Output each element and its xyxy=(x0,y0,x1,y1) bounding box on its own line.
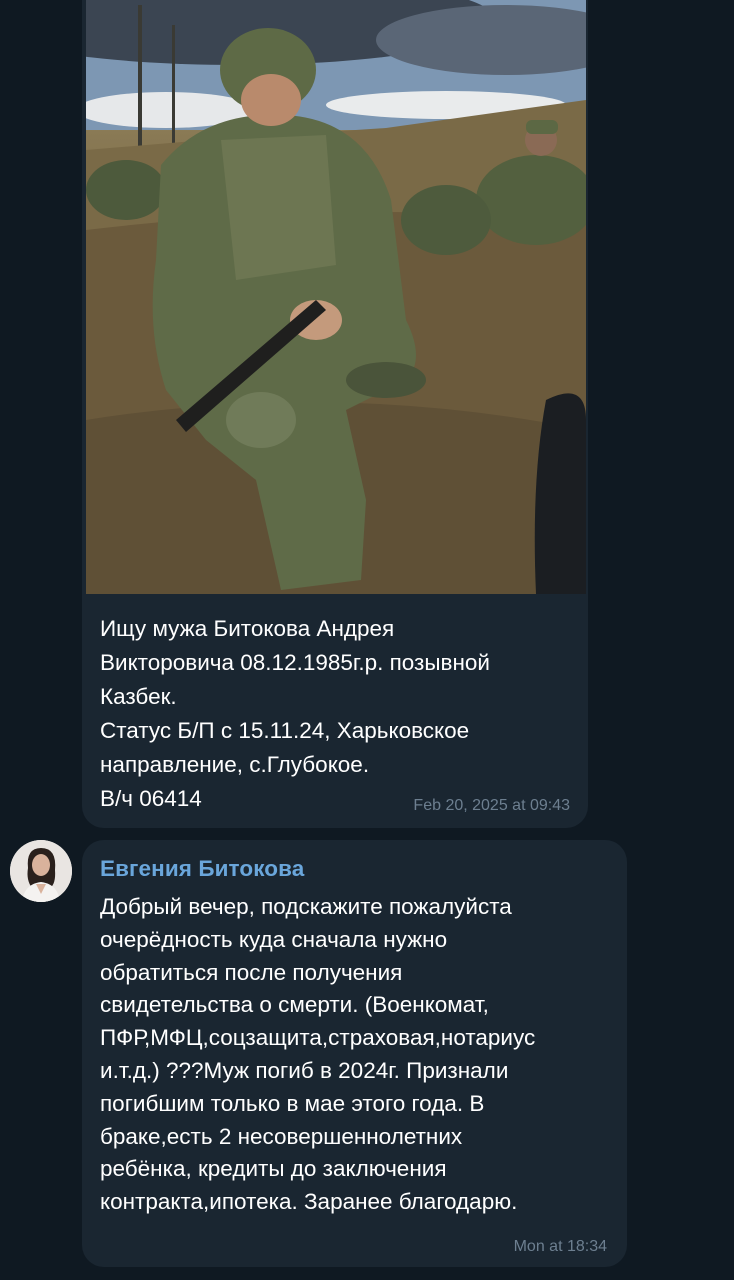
sender-name[interactable]: Евгения Битокова xyxy=(100,856,304,882)
message-timestamp: Mon at 18:34 xyxy=(513,1238,607,1255)
message-text: Добрый вечер, подскажите пожалуйста очер… xyxy=(100,894,536,1215)
message-bubble-photo[interactable]: Ищу мужа Битокова Андрея Викторовича 08.… xyxy=(82,0,588,828)
message-bubble-text[interactable]: Евгения Битокова Добрый вечер, подскажит… xyxy=(82,840,627,1267)
chat-view: Ищу мужа Битокова Андрея Викторовича 08.… xyxy=(0,0,734,1280)
photo-caption: Ищу мужа Битокова Андрея Викторовича 08.… xyxy=(100,616,491,811)
soldier-photo[interactable] xyxy=(86,0,586,594)
sender-avatar[interactable] xyxy=(10,840,72,902)
message-timestamp: Feb 20, 2025 at 09:43 xyxy=(413,797,570,814)
